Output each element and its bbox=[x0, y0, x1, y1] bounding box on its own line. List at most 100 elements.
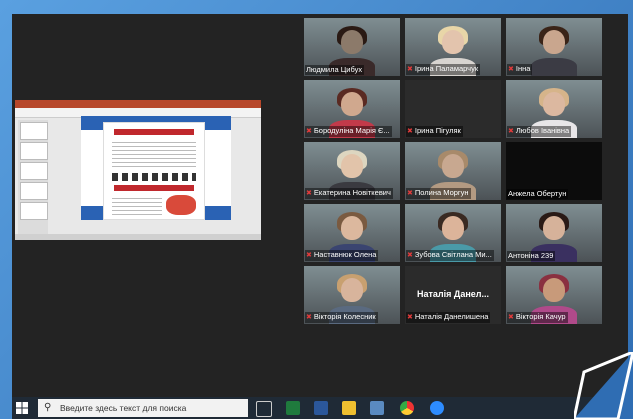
participant-name-label: ✖ Інна bbox=[507, 64, 533, 75]
participant-tile[interactable]: ✖ Любов Іванівна bbox=[506, 80, 602, 138]
muted-mic-icon: ✖ bbox=[407, 128, 413, 135]
participant-tile[interactable]: Людмила Цибух bbox=[304, 18, 400, 76]
participant-name-label: ✖ Полина Моргун bbox=[406, 188, 471, 199]
participant-name: Ірина Пігуляк bbox=[414, 126, 461, 135]
participant-name-label: ✖ Вікторія Качур bbox=[507, 312, 568, 323]
muted-mic-icon: ✖ bbox=[407, 314, 413, 321]
muted-mic-icon: ✖ bbox=[306, 314, 312, 321]
task-view-icon[interactable] bbox=[256, 401, 272, 417]
participant-name-label: Антоніна 239 bbox=[507, 251, 556, 261]
slide-heading-bar bbox=[114, 129, 194, 135]
participant-tile[interactable]: ✖ Екатерина Новіткевич bbox=[304, 142, 400, 200]
participant-name-label: Анжела Обертун bbox=[507, 189, 569, 199]
muted-mic-icon: ✖ bbox=[306, 190, 312, 197]
participant-name: Вікторія Качур bbox=[515, 312, 566, 321]
current-slide bbox=[81, 116, 231, 220]
slide-thumbnail bbox=[20, 202, 48, 220]
participant-name: Зубова Світлана Ми... bbox=[414, 250, 492, 259]
windows-start-icon[interactable] bbox=[16, 402, 28, 414]
participant-tile[interactable]: ✖ Зубова Світлана Ми... bbox=[405, 204, 501, 262]
participant-tile[interactable]: ✖ Інна bbox=[506, 18, 602, 76]
participant-tile[interactable]: ✖ Наставнюк Олена bbox=[304, 204, 400, 262]
participant-tile[interactable]: Анжела Обертун bbox=[506, 142, 602, 200]
participant-face bbox=[543, 216, 565, 240]
participant-name: Ірина Паламарчук bbox=[414, 64, 479, 73]
participant-tile[interactable]: ✖ Вікторія Качур bbox=[506, 266, 602, 324]
shared-screen-powerpoint[interactable] bbox=[15, 100, 261, 240]
participant-tile[interactable]: ✖ Бородуліна Марія Є... bbox=[304, 80, 400, 138]
participant-name-label: ✖ Екатерина Новіткевич bbox=[305, 188, 393, 199]
participant-name: Антоніна 239 bbox=[508, 251, 554, 260]
calculator-icon[interactable] bbox=[370, 401, 384, 415]
participant-face bbox=[442, 154, 464, 178]
participant-name: Людмила Цибух bbox=[306, 65, 363, 74]
slide-text-block bbox=[112, 195, 162, 215]
word-icon[interactable] bbox=[314, 401, 328, 415]
zoom-icon[interactable] bbox=[430, 401, 444, 415]
participant-name-label: ✖ Ірина Пігуляк bbox=[406, 126, 463, 137]
participant-face bbox=[543, 278, 565, 302]
participant-name-label: Людмила Цибух bbox=[305, 65, 365, 75]
zoom-meeting-window: Людмила Цибух ✖ Ірина Паламарчук ✖ Інна ✖ Боро… bbox=[12, 14, 628, 397]
participant-name-label: ✖ Зубова Світлана Ми... bbox=[406, 250, 494, 261]
slide-text-block bbox=[112, 139, 196, 169]
search-placeholder: Введите здесь текст для поиска bbox=[60, 403, 187, 413]
taskbar-search-box[interactable]: ⚲ Введите здесь текст для поиска bbox=[38, 399, 248, 417]
participant-center-name: Наталія Данел... bbox=[417, 289, 489, 299]
participant-face bbox=[341, 216, 363, 240]
participant-tile[interactable]: ✖ Ірина Пігуляк bbox=[405, 80, 501, 138]
muted-mic-icon: ✖ bbox=[407, 190, 413, 197]
participant-name: Інна bbox=[515, 64, 531, 73]
search-icon: ⚲ bbox=[44, 402, 52, 413]
slide-image bbox=[166, 195, 196, 215]
file-explorer-icon[interactable] bbox=[342, 401, 356, 415]
slide-thumbnail bbox=[20, 182, 48, 200]
participant-name: Наставнюк Олена bbox=[313, 250, 377, 259]
slide-thumbnail bbox=[20, 142, 48, 160]
slide-thumbnail bbox=[20, 162, 48, 180]
slide-content-panel bbox=[103, 122, 205, 220]
chrome-icon[interactable] bbox=[400, 401, 414, 415]
muted-mic-icon: ✖ bbox=[407, 252, 413, 259]
participant-face bbox=[341, 30, 363, 54]
muted-mic-icon: ✖ bbox=[306, 128, 312, 135]
powerpoint-titlebar bbox=[15, 100, 261, 108]
participant-name-label: ✖ Бородуліна Марія Є... bbox=[305, 126, 392, 137]
participant-name: Полина Моргун bbox=[414, 188, 469, 197]
participant-name-label: ✖ Вікторія Колесник bbox=[305, 312, 378, 323]
participant-face bbox=[442, 30, 464, 54]
participant-body bbox=[531, 58, 577, 76]
participant-name: Анжела Обертун bbox=[508, 189, 567, 198]
muted-mic-icon: ✖ bbox=[508, 66, 514, 73]
participant-face bbox=[341, 278, 363, 302]
participant-face bbox=[442, 216, 464, 240]
participant-face bbox=[341, 154, 363, 178]
participant-name: Вікторія Колесник bbox=[313, 312, 376, 321]
slide-icons-row bbox=[112, 173, 196, 181]
muted-mic-icon: ✖ bbox=[508, 128, 514, 135]
muted-mic-icon: ✖ bbox=[306, 252, 312, 259]
slide-thumbnails bbox=[18, 120, 48, 235]
participant-face bbox=[341, 92, 363, 116]
participant-name-label: ✖ Ірина Паламарчук bbox=[406, 64, 481, 75]
participant-tile[interactable]: ✖ Вікторія Колесник bbox=[304, 266, 400, 324]
page-curl-decoration bbox=[574, 352, 633, 419]
participant-name: Наталія Данелишена bbox=[414, 312, 489, 321]
excel-icon[interactable] bbox=[286, 401, 300, 415]
slide-thumbnail bbox=[20, 122, 48, 140]
participant-name-label: ✖ Наталія Данелишена bbox=[406, 312, 491, 323]
participant-name-label: ✖ Любов Іванівна bbox=[507, 126, 572, 137]
windows-taskbar: ⚲ Введите здесь текст для поиска bbox=[12, 397, 628, 419]
participant-name: Любов Іванівна bbox=[515, 126, 570, 135]
participant-tile[interactable]: Наталія Данел... ✖ Наталія Данелишена bbox=[405, 266, 501, 324]
participant-tile[interactable]: Антоніна 239 bbox=[506, 204, 602, 262]
participant-face bbox=[543, 92, 565, 116]
participant-name: Екатерина Новіткевич bbox=[313, 188, 391, 197]
muted-mic-icon: ✖ bbox=[407, 66, 413, 73]
participant-tile[interactable]: ✖ Ірина Паламарчук bbox=[405, 18, 501, 76]
powerpoint-statusbar bbox=[15, 234, 261, 240]
muted-mic-icon: ✖ bbox=[508, 314, 514, 321]
participant-tile[interactable]: ✖ Полина Моргун bbox=[405, 142, 501, 200]
participant-name: Бородуліна Марія Є... bbox=[313, 126, 390, 135]
participant-name-label: ✖ Наставнюк Олена bbox=[305, 250, 379, 261]
